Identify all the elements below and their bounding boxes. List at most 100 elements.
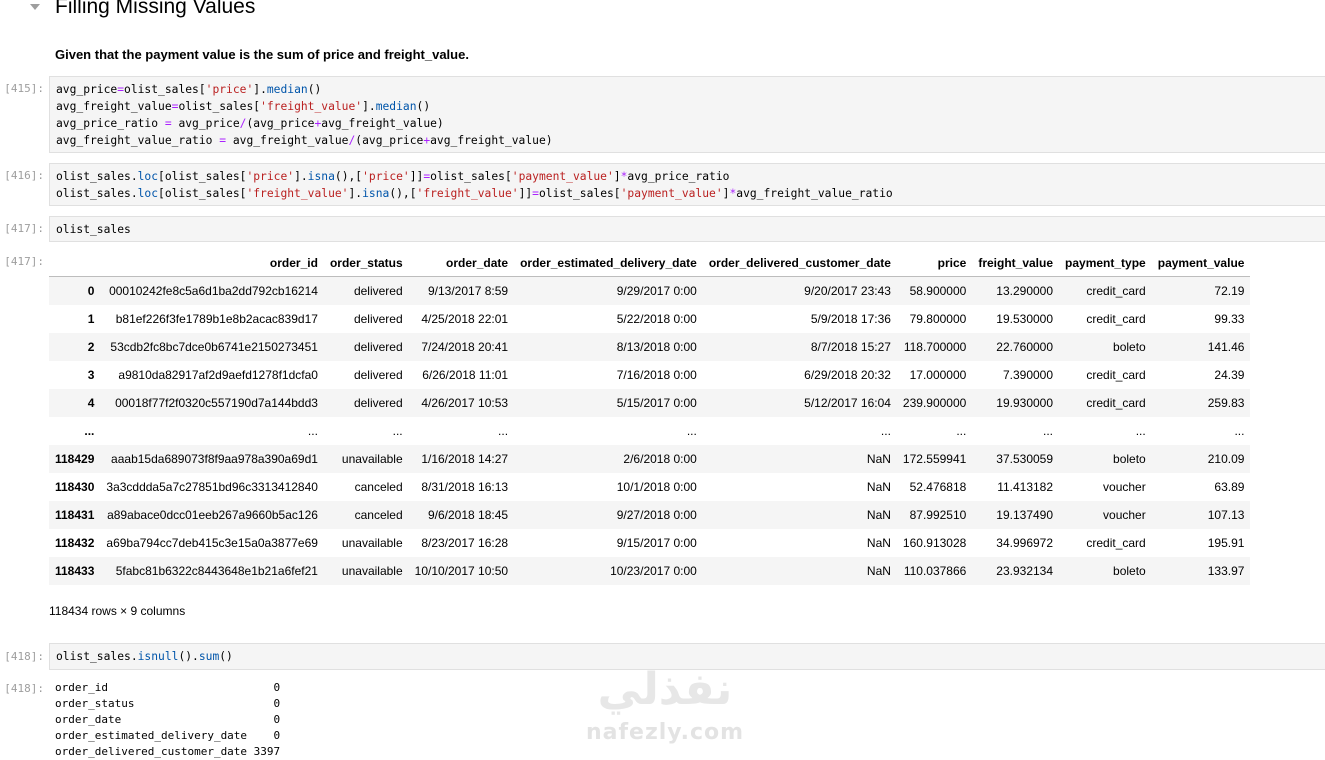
table-cell: 3a3cddda5a7c27851bd96c3313412840	[106, 480, 318, 494]
section-heading: Filling Missing Values	[0, 0, 1325, 26]
table-cell: 87.992510	[909, 508, 967, 522]
code-cell-418[interactable]: olist_sales.isnull().sum()	[49, 643, 1325, 670]
row-index: ...	[84, 424, 95, 438]
table-row: 2 53cdb2fc8bc7dce0b6741e2150273451 deliver…	[49, 333, 1251, 361]
table-cell: delivered	[353, 284, 403, 298]
table-cell: boleto	[1113, 452, 1146, 466]
table-cell: boleto	[1113, 564, 1146, 578]
table-cell: 72.19	[1214, 284, 1245, 298]
table-cell: 4/25/2018 22:01	[421, 312, 509, 326]
table-cell: credit_card	[1086, 536, 1146, 550]
code-cell-415[interactable]: avg_price=olist_sales['price'].median() a…	[49, 76, 1325, 153]
table-cell: 99.33	[1214, 312, 1245, 326]
table-cell: 9/6/2018 18:45	[427, 508, 509, 522]
table-cell: 172.559941	[902, 452, 967, 466]
table-body: 0 00010242fe8c5a6d1ba2dd792cb16214 deliver…	[49, 276, 1251, 585]
column-header: payment_type	[1059, 250, 1152, 277]
table-cell: 34.996972	[996, 536, 1054, 550]
table-cell: credit_card	[1086, 312, 1146, 326]
table-cell: NaN	[866, 480, 891, 494]
column-header: order_id	[100, 250, 324, 277]
table-cell: 22.760000	[996, 340, 1054, 354]
table-cell: canceled	[354, 508, 403, 522]
table-cell: ...	[392, 424, 403, 438]
column-header	[49, 250, 101, 277]
table-cell: 118.700000	[903, 340, 967, 354]
table-cell: 5/9/2018 17:36	[810, 312, 891, 326]
code-cell-416[interactable]: olist_sales.loc[olist_sales['price'].isn…	[49, 163, 1325, 206]
table-cell: 00018f77f2f0320c557190d7a144bdd3	[115, 396, 318, 410]
table-row: ..............................	[49, 417, 1251, 445]
code-line: avg_freight_value=olist_sales['freight_v…	[56, 100, 431, 113]
code-line: olist_sales.loc[olist_sales['freight_val…	[56, 187, 893, 200]
table-cell: 00010242fe8c5a6d1ba2dd792cb16214	[109, 284, 318, 298]
table-cell: a89abace0dcc01eeb267a9660b5ac126	[107, 508, 318, 522]
table-cell: 6/29/2018 20:32	[804, 368, 891, 382]
table-cell: 24.39	[1214, 368, 1245, 382]
table-cell: ...	[307, 424, 318, 438]
table-cell: 160.913028	[902, 536, 967, 550]
table-cell: 17.000000	[909, 368, 967, 382]
table-cell: ...	[1135, 424, 1146, 438]
code-line: olist_sales.loc[olist_sales['price'].isn…	[56, 170, 730, 183]
table-cell: ...	[686, 424, 697, 438]
table-cell: 9/13/2017 8:59	[427, 284, 509, 298]
row-index: 4	[87, 396, 95, 410]
table-cell: voucher	[1103, 480, 1146, 494]
table-cell: NaN	[866, 564, 891, 578]
table-cell: 8/13/2018 0:00	[616, 340, 697, 354]
output-prompt-418: [418]:	[4, 682, 44, 695]
table-cell: delivered	[353, 312, 403, 326]
table-row: 118433 5fabc81b6322c8443648e1b21a6fef21 un…	[49, 557, 1251, 585]
table-row: 118430 3a3cddda5a7c27851bd96c3313412840 ca…	[49, 473, 1251, 501]
table-cell: 5fabc81b6322c8443648e1b21a6fef21	[115, 564, 318, 578]
table-cell: 52.476818	[909, 480, 967, 494]
row-index: 118429	[55, 452, 95, 466]
table-cell: 5/12/2017 16:04	[804, 396, 891, 410]
table-cell: 9/29/2017 0:00	[616, 284, 697, 298]
table-cell: 58.900000	[909, 284, 967, 298]
code-line: olist_sales	[56, 223, 131, 236]
collapse-arrow-icon[interactable]	[30, 4, 40, 10]
table-cell: 110.037866	[903, 564, 967, 578]
isnull-output: order_id 0 order_status 0 order_date 0 orde…	[55, 680, 280, 760]
table-cell: ...	[880, 424, 891, 438]
table-cell: 19.137490	[996, 508, 1054, 522]
code-line: avg_price_ratio = avg_price/(avg_price+a…	[56, 117, 444, 130]
table-row: 3 a9810da82917af2d9aefd1278f1dcfa0 deliver…	[49, 361, 1251, 389]
input-prompt-418: [418]:	[4, 650, 44, 663]
row-index: 118432	[55, 536, 95, 550]
table-cell: unavailable	[341, 536, 403, 550]
table-cell: 210.09	[1207, 452, 1245, 466]
table-cell: 133.97	[1207, 564, 1245, 578]
row-index: 1	[87, 312, 95, 326]
table-cell: 4/26/2017 10:53	[421, 396, 509, 410]
table-cell: delivered	[353, 396, 403, 410]
table-cell: 19.530000	[996, 312, 1054, 326]
column-header: order_status	[323, 250, 409, 277]
table-cell: 23.932134	[996, 564, 1054, 578]
table-cell: credit_card	[1086, 284, 1146, 298]
row-index: 2	[87, 340, 95, 354]
table-cell: 37.530059	[996, 452, 1054, 466]
table-cell: 8/31/2018 16:13	[421, 480, 509, 494]
table-cell: 7.390000	[1002, 368, 1054, 382]
section-description: Given that the payment value is the sum …	[55, 47, 469, 62]
code-cell-417[interactable]: olist_sales	[49, 216, 1325, 242]
table-cell: 259.83	[1207, 396, 1245, 410]
watermark-logo: نفذلي nafezly.com	[580, 664, 750, 752]
table-cell: 9/27/2018 0:00	[616, 508, 697, 522]
table-row: 4 00018f77f2f0320c557190d7a144bdd3 deliver…	[49, 389, 1251, 417]
table-cell: delivered	[353, 340, 403, 354]
table-cell: ...	[956, 424, 967, 438]
table-cell: boleto	[1113, 340, 1146, 354]
table-cell: aaab15da689073f8f9aa978a390a69d1	[111, 452, 318, 466]
table-cell: 6/26/2018 11:01	[422, 368, 509, 382]
series-entry: order_delivered_customer_date 3397	[55, 745, 281, 758]
table-cell: 5/22/2018 0:00	[616, 312, 697, 326]
table-cell: 7/24/2018 20:41	[421, 340, 509, 354]
table-cell: 9/15/2017 0:00	[616, 536, 697, 550]
table-cell: credit_card	[1086, 396, 1146, 410]
series-entry: order_status 0	[55, 697, 281, 710]
row-index: 118433	[55, 564, 95, 578]
